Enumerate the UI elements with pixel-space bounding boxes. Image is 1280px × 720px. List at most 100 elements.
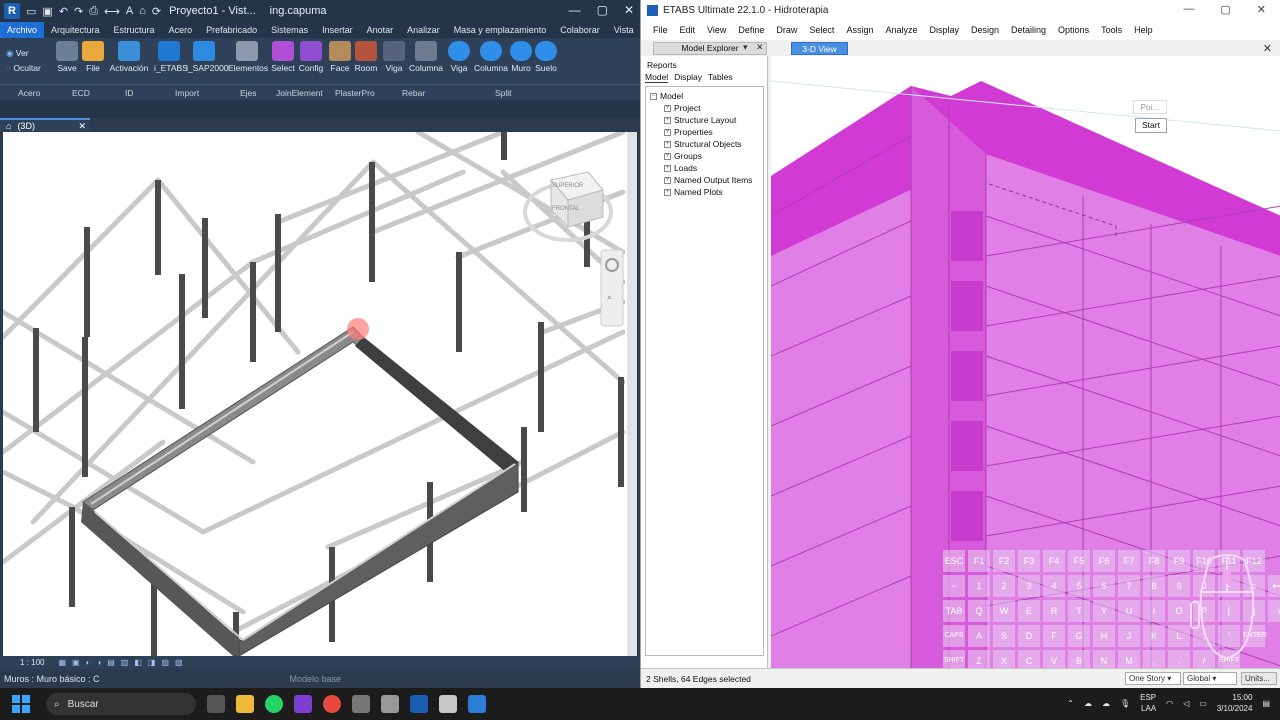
ribbon-i-sap2000-button[interactable]: i_SAP2000 xyxy=(186,40,229,80)
osk-key[interactable]: SHIFT xyxy=(943,650,965,668)
osk-key[interactable]: Q xyxy=(968,600,990,622)
osk-key[interactable]: ESC xyxy=(943,550,965,572)
etabs-3d-viewport[interactable]: Poi... Start ESC F1 F2 F3 F4 F5 F6 F7 F8 F9 F10 F11… xyxy=(771,56,1280,668)
osk-key[interactable]: ⟵ xyxy=(1268,575,1280,597)
ribbon-split-viga-button[interactable]: Viga xyxy=(448,40,470,80)
menu-detailing[interactable]: Detailing xyxy=(1005,25,1052,35)
osk-key[interactable]: F8 xyxy=(1143,550,1165,572)
osk-key[interactable]: M xyxy=(1118,650,1140,668)
measure-icon[interactable]: ⟷ xyxy=(104,5,120,18)
expand-icon[interactable]: + xyxy=(664,141,671,149)
revit-logo-icon[interactable]: R xyxy=(4,3,20,19)
expand-icon[interactable]: + xyxy=(664,117,671,125)
tree-item-named-output-items[interactable]: + Named Output Items xyxy=(650,174,763,186)
open-icon[interactable]: ▭ xyxy=(26,5,36,18)
tree-item-groups[interactable]: + Groups xyxy=(650,150,763,162)
home-icon[interactable]: ⌂ xyxy=(139,5,146,18)
cloud-icon[interactable]: ☁ xyxy=(1102,699,1110,708)
onedrive-icon[interactable]: ☁ xyxy=(1084,699,1092,708)
ribbon-face-button[interactable]: Face xyxy=(328,40,352,80)
revit-taskbar-icon[interactable] xyxy=(410,695,428,713)
osk-key[interactable]: F xyxy=(1043,625,1065,647)
close-view-icon[interactable]: ✕ xyxy=(1263,42,1272,55)
osk-key[interactable]: I xyxy=(1143,600,1165,622)
language-indicator[interactable]: ESP LAA xyxy=(1140,692,1156,714)
tree-item-project[interactable]: + Project xyxy=(650,102,763,114)
ocultar-button[interactable]: ◌ Ocultar xyxy=(6,61,41,76)
osk-key[interactable]: T xyxy=(1068,600,1090,622)
maximize-icon[interactable]: ▢ xyxy=(597,3,608,17)
tab-prefabricado[interactable]: Prefabricado xyxy=(199,22,264,38)
microphone-icon[interactable]: 🎙 xyxy=(1120,699,1130,708)
ribbon-split-columna-button[interactable]: Columna xyxy=(474,40,508,80)
save-icon[interactable]: ▣ xyxy=(42,5,52,18)
expand-icon[interactable]: + xyxy=(664,189,671,197)
osk-key[interactable]: U xyxy=(1118,600,1140,622)
menu-edit[interactable]: Edit xyxy=(674,25,702,35)
osk-key[interactable]: F2 xyxy=(993,550,1015,572)
dropdown-icon[interactable]: ▾ xyxy=(743,42,748,52)
revit-vertical-scrollbar[interactable] xyxy=(627,132,637,656)
subtab-display[interactable]: Display xyxy=(674,72,702,83)
menu-file[interactable]: File xyxy=(647,25,674,35)
chevron-up-icon[interactable]: ⌃ xyxy=(1067,699,1074,708)
tab-estructura[interactable]: Estructura xyxy=(107,22,162,38)
menu-draw[interactable]: Draw xyxy=(770,25,803,35)
menu-display[interactable]: Display xyxy=(923,25,965,35)
osk-key[interactable]: Z xyxy=(968,650,990,668)
tab-arquitectura[interactable]: Arquitectura xyxy=(44,22,107,38)
ribbon-rebar-viga-button[interactable]: Viga xyxy=(382,40,406,80)
osk-key[interactable]: 4 xyxy=(1043,575,1065,597)
tree-item-named-plots[interactable]: + Named Plots xyxy=(650,186,763,198)
osk-key[interactable]: 7 xyxy=(1118,575,1140,597)
expand-icon[interactable]: + xyxy=(664,129,671,137)
osk-key[interactable]: 8 xyxy=(1143,575,1165,597)
menu-view[interactable]: View xyxy=(701,25,732,35)
ver-button[interactable]: ◉ Ver xyxy=(6,46,41,61)
osk-key[interactable]: \ xyxy=(1268,600,1280,622)
osk-key[interactable]: 1 xyxy=(968,575,990,597)
view-tab-3d[interactable]: ⌂ (3D) ✕ xyxy=(0,118,90,132)
reports-link[interactable]: Reports xyxy=(647,60,677,70)
expand-icon[interactable]: + xyxy=(664,177,671,185)
ribbon-room-button[interactable]: Room xyxy=(354,40,378,80)
taskbar-clock[interactable]: 15:00 3/10/2024 xyxy=(1217,692,1253,714)
navigation-bar[interactable]: ⌕ xyxy=(600,249,624,327)
close-view-icon[interactable]: ✕ xyxy=(78,121,86,132)
taskbar-search[interactable]: ⌕ Buscar xyxy=(46,693,196,715)
tab-vista[interactable]: Vista xyxy=(607,22,641,38)
view-control-icons[interactable]: ▦▣◐◑▤▥◧◨▧▨ xyxy=(58,658,188,667)
ribbon-file-button[interactable]: File xyxy=(82,40,104,80)
osk-key[interactable]: F5 xyxy=(1068,550,1090,572)
point-popup[interactable]: Poi... xyxy=(1133,100,1167,114)
menu-assign[interactable]: Assign xyxy=(840,25,879,35)
osk-key[interactable]: O xyxy=(1168,600,1190,622)
redo-icon[interactable]: ↷ xyxy=(74,5,83,18)
osk-key[interactable]: V xyxy=(1043,650,1065,668)
menu-analyze[interactable]: Analyze xyxy=(879,25,923,35)
osk-key[interactable]: 6 xyxy=(1093,575,1115,597)
etabs-taskbar-icon[interactable] xyxy=(468,695,486,713)
osk-key[interactable]: . xyxy=(1168,650,1190,668)
ribbon-split-muro-button[interactable]: Muro xyxy=(510,40,532,80)
close-icon[interactable]: ✕ xyxy=(624,3,634,17)
tab-archivo[interactable]: Archivo xyxy=(0,22,45,38)
tab-acero[interactable]: Acero xyxy=(162,22,200,38)
subtab-model[interactable]: Model xyxy=(645,72,669,83)
units-button[interactable]: Units... xyxy=(1241,672,1277,685)
osk-key[interactable]: F1 xyxy=(968,550,990,572)
tree-item-model[interactable]: − Model xyxy=(650,90,763,102)
tree-item-structure-layout[interactable]: + Structure Layout xyxy=(650,114,763,126)
osk-key[interactable]: F3 xyxy=(1018,550,1040,572)
windows-start-icon[interactable] xyxy=(12,695,30,713)
print-icon[interactable]: ⎙ xyxy=(89,5,98,18)
osk-key[interactable]: E xyxy=(1018,600,1040,622)
ribbon-elementos-button[interactable]: Elementos xyxy=(228,40,268,80)
settings-icon[interactable] xyxy=(352,695,370,713)
osk-key[interactable]: J xyxy=(1118,625,1140,647)
osk-key[interactable]: 5 xyxy=(1068,575,1090,597)
tab-masa-emplazamiento[interactable]: Masa y emplazamiento xyxy=(447,22,554,38)
revit-3d-viewport[interactable]: SUPERIOR FRONTAL ⌕ xyxy=(3,132,627,656)
ribbon-split-suelo-button[interactable]: Suelo xyxy=(534,40,558,80)
osk-key[interactable]: 9 xyxy=(1168,575,1190,597)
